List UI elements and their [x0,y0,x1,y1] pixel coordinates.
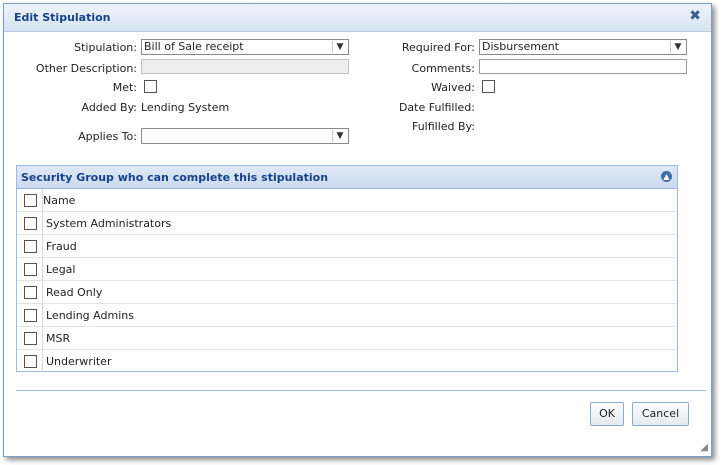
row-select-cell [17,327,43,349]
required-for-select[interactable]: Disbursement ▼ [479,39,687,55]
stipulation-value: Bill of Sale receipt [144,40,244,53]
row-checkbox[interactable] [24,286,37,299]
waived-label: Waived: [431,81,475,94]
row-name: Legal [46,263,76,276]
other-description-label: Other Description: [35,62,137,75]
date-fulfilled-label: Date Fulfilled: [398,101,475,114]
name-column-header: Name [43,194,76,207]
row-checkbox[interactable] [24,332,37,345]
row-name: MSR [46,332,71,345]
grid-title: Security Group who can complete this sti… [21,171,329,184]
stipulation-label: Stipulation: [74,41,137,54]
chevron-down-icon[interactable]: ▼ [332,41,347,53]
grid-header: Security Group who can complete this sti… [17,166,677,189]
added-by-value: Lending System [141,101,230,114]
added-by-label: Added By: [81,101,137,114]
chevron-down-icon[interactable]: ▼ [332,130,347,142]
table-row[interactable]: Fraud [17,235,677,258]
row-name: System Administrators [46,217,172,230]
table-row[interactable]: Lending Admins [17,304,677,327]
row-name: Read Only [46,286,103,299]
row-name: Fraud [46,240,77,253]
select-all-checkbox[interactable] [24,194,37,207]
ok-button[interactable]: OK [590,402,624,426]
row-select-cell [17,235,43,257]
table-row[interactable]: MSR [17,327,677,350]
table-row[interactable]: System Administrators [17,212,677,235]
edit-stipulation-dialog: Edit Stipulation ✖ Stipulation: Bill of … [3,3,712,457]
grid-column-header: Name [17,189,677,212]
stipulation-select[interactable]: Bill of Sale receipt ▼ [141,39,349,55]
collapse-icon[interactable]: ▲ [661,171,672,182]
other-description-field [141,59,349,74]
dialog-title: Edit Stipulation [14,11,111,24]
row-checkbox[interactable] [24,240,37,253]
required-for-label: Required For: [401,41,475,54]
close-icon[interactable]: ✖ [689,8,701,24]
met-checkbox[interactable] [144,80,157,93]
applies-to-label: Applies To: [78,130,137,143]
required-for-value: Disbursement [482,40,559,53]
row-checkbox[interactable] [24,263,37,276]
comments-label: Comments: [411,62,475,75]
resize-grip-icon[interactable]: ◢ [700,442,708,453]
row-select-cell [17,304,43,326]
cancel-button[interactable]: Cancel [632,402,689,426]
met-label: Met: [112,81,137,94]
row-name: Underwriter [46,355,112,368]
row-checkbox[interactable] [24,217,37,230]
waived-checkbox[interactable] [482,80,495,93]
row-select-cell [17,350,43,372]
dialog-titlebar[interactable]: Edit Stipulation ✖ [4,4,711,32]
table-row[interactable]: Read Only [17,281,677,304]
table-row[interactable]: Underwriter [17,350,677,372]
table-row[interactable]: Legal [17,258,677,281]
chevron-down-icon[interactable]: ▼ [670,41,685,53]
row-checkbox[interactable] [24,309,37,322]
security-group-grid: Security Group who can complete this sti… [16,165,678,372]
row-name: Lending Admins [46,309,134,322]
footer-divider [16,390,706,391]
row-select-cell [17,281,43,303]
applies-to-select[interactable]: ▼ [141,128,349,144]
fulfilled-by-label: Fulfilled By: [411,120,475,133]
comments-field[interactable] [479,59,687,74]
row-select-cell [17,212,43,234]
row-select-cell [17,258,43,280]
select-all-cell [17,189,43,211]
row-checkbox[interactable] [24,355,37,368]
